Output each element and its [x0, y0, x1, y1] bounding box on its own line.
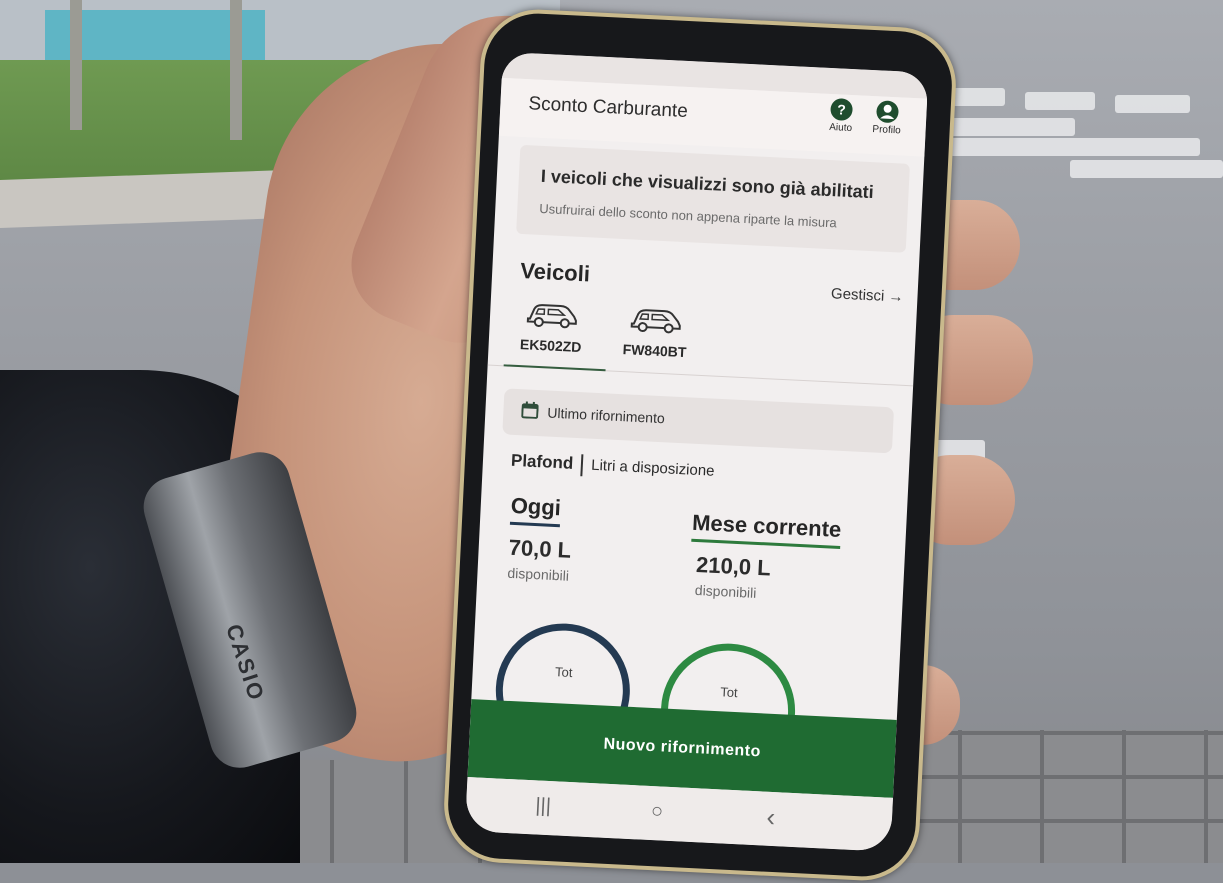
plafond-header: Plafond Litri a disposizione	[510, 451, 909, 492]
stat-month: Mese corrente 210,0 L disponibili	[689, 509, 842, 605]
vehicle-tab-fw840bt[interactable]: FW840BT	[602, 298, 709, 375]
stat-today-title: Oggi	[509, 493, 562, 528]
help-label: Aiuto	[828, 121, 853, 135]
car-icon	[630, 309, 681, 334]
last-refuel-row[interactable]: Ultimo rifornimento	[502, 388, 895, 454]
manage-vehicles-link[interactable]: Gestisci →	[831, 285, 904, 306]
divider	[580, 454, 584, 477]
crosswalk-stripe	[1070, 160, 1223, 178]
vehicle-tab-ek502zd[interactable]: EK502ZD	[498, 293, 605, 370]
crosswalk-stripe	[1025, 92, 1095, 110]
profile-icon	[875, 100, 900, 124]
help-button[interactable]: ? Aiuto	[817, 97, 865, 134]
plafond-sublabel: Litri a disposizione	[590, 456, 715, 480]
tree-trunk	[230, 0, 242, 140]
gauge-month-label: Tot	[719, 684, 738, 701]
smartphone: Sconto Carburante ? Aiuto Profilo I veic…	[441, 6, 959, 883]
app-title: Sconto Carburante	[527, 93, 689, 122]
profile-label: Profilo	[872, 124, 902, 137]
stat-today-value: 70,0 L	[508, 534, 572, 563]
stat-month-title: Mese corrente	[691, 509, 842, 550]
profile-button[interactable]: Profilo	[863, 100, 911, 137]
crosswalk-stripe	[950, 138, 1200, 156]
last-refuel-label: Ultimo rifornimento	[547, 404, 666, 427]
stat-month-unit: disponibili	[694, 582, 757, 602]
calendar-icon	[521, 401, 539, 420]
crosswalk-stripe	[1115, 95, 1190, 113]
stat-today: Oggi 70,0 L disponibili	[507, 493, 574, 584]
info-card-title: I veicoli che visualizzi sono già abilit…	[540, 165, 875, 203]
paving-tiles	[880, 730, 1223, 863]
plafond-label: Plafond	[510, 450, 574, 473]
vehicle-plate: EK502ZD	[519, 336, 582, 356]
crosswalk-stripe	[935, 118, 1075, 136]
info-card: I veicoli che visualizzi sono già abilit…	[516, 144, 910, 253]
phone-screen: Sconto Carburante ? Aiuto Profilo I veic…	[464, 51, 929, 852]
help-icon: ?	[830, 97, 854, 122]
recent-apps-button[interactable]: |||	[528, 794, 559, 818]
back-button[interactable]: ‹	[755, 801, 786, 833]
tree-trunk	[70, 0, 82, 130]
home-button[interactable]: ○	[641, 800, 672, 824]
gauge-today-label: Tot	[554, 664, 573, 681]
stat-today-unit: disponibili	[507, 564, 570, 584]
vehicles-title: Veicoli	[519, 258, 591, 287]
vehicle-plate: FW840BT	[622, 341, 687, 361]
car-icon	[526, 304, 577, 329]
stat-month-value: 210,0 L	[695, 552, 772, 581]
info-card-subtitle: Usufruirai dello sconto non appena ripar…	[539, 200, 838, 230]
